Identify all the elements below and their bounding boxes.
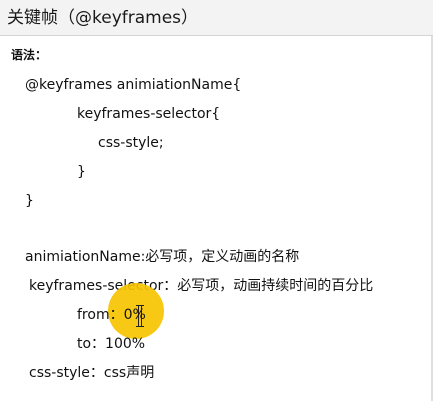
definition-animation-name: animiationName:必写项，定义动画的名称 — [25, 249, 300, 265]
definition-to: to：100% — [77, 336, 146, 352]
window-title-bar: 关键帧（@keyframes） — [0, 0, 433, 36]
syntax-line-style: css-style; — [98, 135, 164, 151]
syntax-line-keyframes: @keyframes animiationName{ — [25, 77, 242, 93]
syntax-line-selector: keyframes-selector{ — [77, 106, 221, 122]
window-title: 关键帧（@keyframes） — [7, 8, 199, 28]
definition-from: from：0% — [77, 307, 146, 323]
definition-keyframes-selector: keyframes-selector：必写项，动画持续时间的百分比 — [29, 278, 374, 294]
definition-css-style: css-style：css声明 — [29, 365, 155, 381]
syntax-line-outer-close: } — [25, 193, 34, 209]
syntax-line-inner-close: } — [77, 164, 86, 180]
syntax-label: 语法： — [11, 48, 48, 62]
